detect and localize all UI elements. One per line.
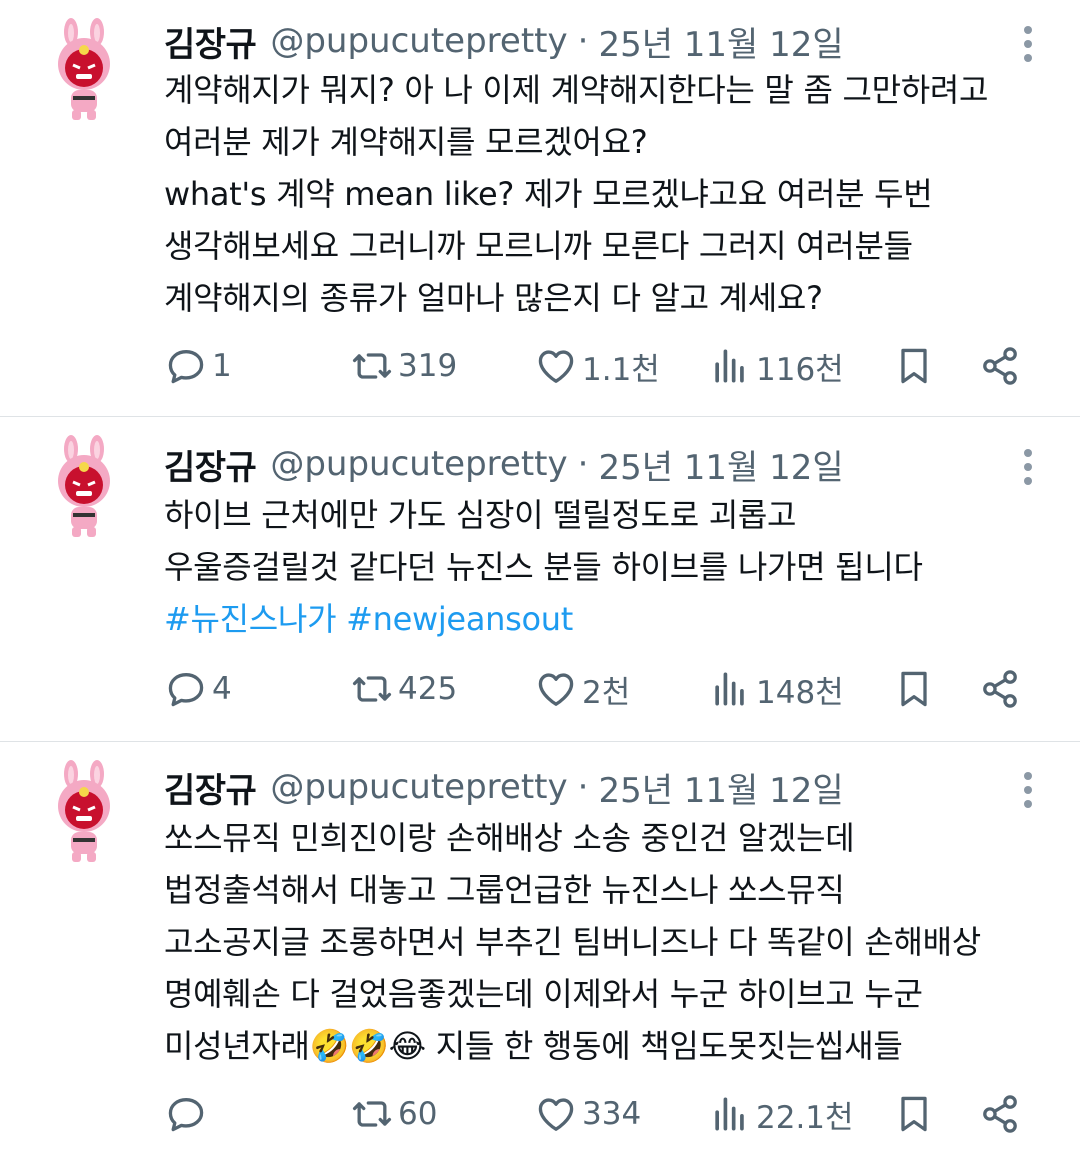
bookmark-button[interactable] bbox=[892, 1086, 936, 1142]
views-button[interactable]: 22.1천 bbox=[708, 1086, 854, 1142]
more-icon[interactable] bbox=[1016, 26, 1040, 62]
user-handle[interactable]: @pupucutepretty bbox=[270, 444, 567, 484]
tweet-3[interactable]: 김장규 @pupucutepretty · 25년 11월 12일 쏘스뮤직 민… bbox=[0, 742, 1080, 1163]
tweet-line: 계약해지가 뭐지? 아 나 이제 계약해지한다는 말 좀 그만하려고 bbox=[164, 71, 989, 109]
like-count: 334 bbox=[582, 1096, 642, 1132]
tweet-date[interactable]: 25년 11월 12일 bbox=[598, 17, 843, 66]
retweet-icon bbox=[352, 1101, 392, 1127]
tweet-line: 우울증걸릴것 같다던 뉴진스 분들 하이브를 나가면 됩니다 bbox=[164, 548, 923, 586]
tweet-line: 쏘스뮤직 민희진이랑 손해배상 소송 중인건 알겠는데 bbox=[164, 819, 855, 857]
tweet-line: 계약해지의 종류가 얼마나 많은지 다 알고 계세요? bbox=[164, 279, 823, 317]
display-name[interactable]: 김장규 bbox=[164, 440, 257, 489]
action-bar: 4 425 2천 148천 bbox=[0, 661, 1080, 717]
tweet-2[interactable]: 김장규 @pupucutepretty · 25년 11월 12일 하이브 근처… bbox=[0, 417, 1080, 742]
share-button[interactable] bbox=[978, 661, 1022, 717]
tweet-line: 미성년자래🤣🤣😂 지들 한 행동에 책임도못짓는씹새들 bbox=[164, 1027, 903, 1065]
bookmark-icon bbox=[901, 671, 927, 707]
like-count: 2천 bbox=[582, 674, 631, 711]
retweet-button[interactable]: 319 bbox=[350, 338, 457, 394]
views-button[interactable]: 116천 bbox=[708, 338, 844, 394]
retweet-count: 60 bbox=[398, 1096, 438, 1132]
reply-count: 1 bbox=[212, 348, 232, 384]
bookmark-icon bbox=[901, 348, 927, 384]
tweet-line: 법정출석해서 대놓고 그룹언급한 뉴진스나 쏘스뮤직 bbox=[164, 871, 845, 909]
like-button[interactable]: 334 bbox=[534, 1086, 641, 1142]
tweet-header: 김장규 @pupucutepretty · 25년 11월 12일 bbox=[164, 439, 844, 489]
share-button[interactable] bbox=[978, 1086, 1022, 1142]
retweet-count: 319 bbox=[398, 348, 458, 384]
reply-icon bbox=[168, 673, 204, 707]
tweet-header: 김장규 @pupucutepretty · 25년 11월 12일 bbox=[164, 762, 844, 812]
tweet-text: 쏘스뮤직 민희진이랑 손해배상 소송 중인건 알겠는데 법정출석해서 대놓고 그… bbox=[164, 812, 1054, 1072]
reply-icon bbox=[168, 1098, 204, 1132]
separator: · bbox=[577, 21, 589, 61]
share-button[interactable] bbox=[978, 338, 1022, 394]
views-icon bbox=[715, 1097, 744, 1131]
views-button[interactable]: 148천 bbox=[708, 661, 844, 717]
like-button[interactable]: 2천 bbox=[534, 661, 630, 717]
bookmark-button[interactable] bbox=[892, 338, 936, 394]
display-name[interactable]: 김장규 bbox=[164, 17, 257, 66]
like-icon bbox=[538, 1098, 574, 1131]
reply-button[interactable]: 4 bbox=[164, 661, 232, 717]
like-icon bbox=[538, 673, 574, 706]
user-handle[interactable]: @pupucutepretty bbox=[270, 767, 567, 807]
reply-icon bbox=[168, 350, 204, 384]
tweet-line: 여러분 제가 계약해지를 모르겠어요? bbox=[164, 123, 648, 161]
avatar[interactable] bbox=[44, 435, 124, 541]
tweet-text: 계약해지가 뭐지? 아 나 이제 계약해지한다는 말 좀 그만하려고 여러분 제… bbox=[164, 64, 1054, 324]
retweet-icon bbox=[352, 676, 392, 702]
avatar[interactable] bbox=[44, 760, 124, 866]
tweet-date[interactable]: 25년 11월 12일 bbox=[598, 763, 843, 812]
like-icon bbox=[538, 350, 574, 383]
share-icon bbox=[983, 670, 1017, 708]
hashtag-links[interactable]: #뉴진스나가 #newjeansout bbox=[164, 593, 1054, 645]
views-count: 22.1천 bbox=[756, 1099, 854, 1136]
retweet-button[interactable]: 60 bbox=[350, 1086, 437, 1142]
tweet-header: 김장규 @pupucutepretty · 25년 11월 12일 bbox=[164, 16, 844, 66]
more-icon[interactable] bbox=[1016, 449, 1040, 485]
tweet-line: 고소공지글 조롱하면서 부추긴 팀버니즈나 다 똑같이 손해배상 bbox=[164, 923, 981, 961]
action-bar: 1 319 1.1천 116천 bbox=[0, 338, 1080, 394]
bookmark-icon bbox=[901, 1096, 927, 1132]
more-icon[interactable] bbox=[1016, 772, 1040, 808]
display-name[interactable]: 김장규 bbox=[164, 763, 257, 812]
tweet-line: 하이브 근처에만 가도 심장이 떨릴정도로 괴롭고 bbox=[164, 496, 797, 534]
share-icon bbox=[983, 347, 1017, 385]
views-icon bbox=[715, 672, 744, 706]
tweet-date[interactable]: 25년 11월 12일 bbox=[598, 440, 843, 489]
views-count: 116천 bbox=[756, 351, 844, 388]
retweet-icon bbox=[352, 353, 392, 379]
views-icon bbox=[715, 349, 744, 383]
action-bar: 60 334 22.1천 bbox=[0, 1086, 1080, 1142]
like-button[interactable]: 1.1천 bbox=[534, 338, 660, 394]
tweet-line: 명예훼손 다 걸었음좋겠는데 이제와서 누군 하이브고 누군 bbox=[164, 975, 923, 1013]
separator: · bbox=[577, 767, 589, 807]
avatar[interactable] bbox=[44, 18, 124, 124]
bookmark-button[interactable] bbox=[892, 661, 936, 717]
reply-count: 4 bbox=[212, 671, 232, 707]
retweet-button[interactable]: 425 bbox=[350, 661, 457, 717]
tweet-text: 하이브 근처에만 가도 심장이 떨릴정도로 괴롭고 우울증걸릴것 같다던 뉴진스… bbox=[164, 489, 1054, 645]
user-handle[interactable]: @pupucutepretty bbox=[270, 21, 567, 61]
reply-button[interactable]: 1 bbox=[164, 338, 232, 394]
retweet-count: 425 bbox=[398, 671, 458, 707]
share-icon bbox=[983, 1095, 1017, 1133]
tweet-1[interactable]: 김장규 @pupucutepretty · 25년 11월 12일 계약해지가 … bbox=[0, 0, 1080, 417]
tweet-line: what's 계약 mean like? 제가 모르겠냐고요 여러분 두번 bbox=[164, 175, 933, 213]
separator: · bbox=[577, 444, 589, 484]
tweet-line: 생각해보세요 그러니까 모르니까 모른다 그러지 여러분들 bbox=[164, 227, 913, 265]
reply-button[interactable] bbox=[164, 1086, 212, 1142]
views-count: 148천 bbox=[756, 674, 844, 711]
like-count: 1.1천 bbox=[582, 351, 660, 388]
